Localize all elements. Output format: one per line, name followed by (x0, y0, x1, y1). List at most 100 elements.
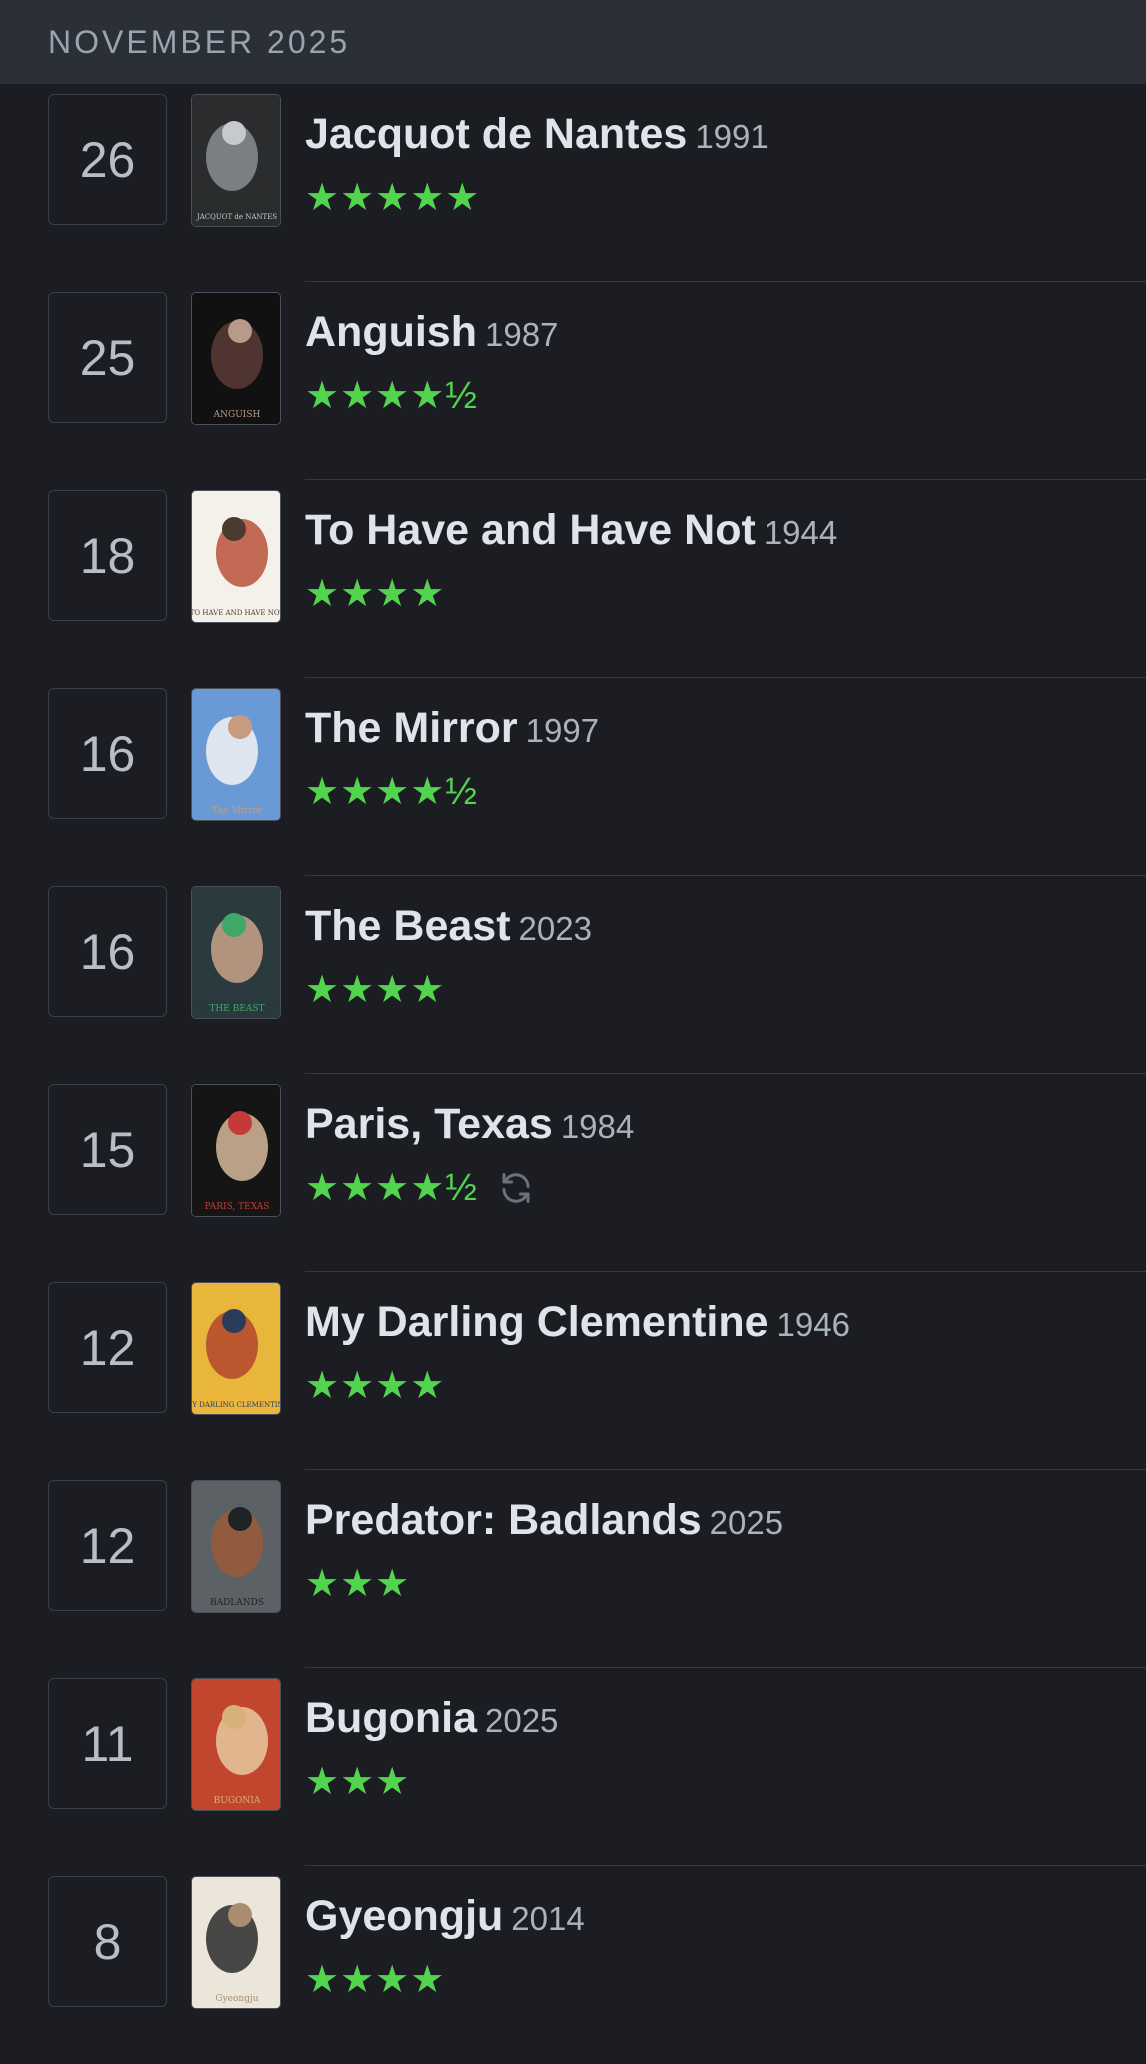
star-rating: ★★★★★ (305, 177, 481, 219)
day-number[interactable]: 26 (48, 94, 167, 225)
diary-entry[interactable]: 8 Gyeongju Gyeongju 2014 ★★★★ (0, 1866, 1146, 2064)
film-title[interactable]: Anguish (305, 308, 477, 356)
star-rating: ★★★★½ (305, 1167, 478, 1209)
svg-text:BADLANDS: BADLANDS (210, 1598, 264, 1608)
day-number[interactable]: 11 (48, 1678, 167, 1809)
month-title: NOVEMBER 2025 (48, 23, 351, 60)
star-rating: ★★★★ (305, 1365, 446, 1407)
diary-list: 26 JACQUOT de NANTES Jacquot de Nantes 19… (0, 84, 1146, 2064)
diary-entry[interactable]: 25 ANGUISH Anguish 1987 ★★★★½ (0, 282, 1146, 480)
film-title-line: Predator: Badlands 2025 (305, 1496, 783, 1545)
poster-art: ANGUISH (192, 293, 280, 424)
poster-art: JACQUOT de NANTES (192, 95, 280, 226)
film-title-line: My Darling Clementine 1946 (305, 1298, 850, 1347)
film-poster[interactable]: JACQUOT de NANTES (191, 94, 281, 227)
film-poster[interactable]: ANGUISH (191, 292, 281, 425)
poster-art: MY DARLING CLEMENTINE (192, 1283, 281, 1414)
diary-entry[interactable]: 26 JACQUOT de NANTES Jacquot de Nantes 19… (0, 84, 1146, 282)
star-rating: ★★★ (305, 1761, 411, 1803)
poster-art: Gyeongju (192, 1877, 280, 2008)
day-number[interactable]: 18 (48, 490, 167, 621)
film-year[interactable]: 1944 (764, 514, 837, 551)
svg-text:PARIS, TEXAS: PARIS, TEXAS (205, 1202, 270, 1212)
rating-line: ★★★★½ (305, 1169, 534, 1207)
film-poster[interactable]: BUGONIA (191, 1678, 281, 1811)
film-title[interactable]: The Beast (305, 902, 511, 950)
star-rating: ★★★★ (305, 1959, 446, 2001)
film-year[interactable]: 2025 (485, 1702, 558, 1739)
star-rating: ★★★★ (305, 969, 446, 1011)
diary-entry[interactable]: 12 BADLANDS Predator: Badlands 2025 ★★★ (0, 1470, 1146, 1668)
film-year[interactable]: 2014 (511, 1900, 584, 1937)
day-number[interactable]: 8 (48, 1876, 167, 2007)
poster-art: BUGONIA (192, 1679, 280, 1810)
film-title-line: Anguish 1987 (305, 308, 558, 357)
film-poster[interactable]: BADLANDS (191, 1480, 281, 1613)
film-poster[interactable]: TO HAVE AND HAVE NOT (191, 490, 281, 623)
film-year[interactable]: 2023 (519, 910, 592, 947)
film-title[interactable]: The Mirror (305, 704, 518, 752)
diary-entry[interactable]: 16 THE BEAST The Beast 2023 ★★★★ (0, 876, 1146, 1074)
film-title[interactable]: My Darling Clementine (305, 1298, 769, 1346)
film-title-line: Bugonia 2025 (305, 1694, 558, 1743)
diary-entry[interactable]: 15 PARIS, TEXAS Paris, Texas 1984 ★★★★½ (0, 1074, 1146, 1272)
star-rating: ★★★ (305, 1563, 411, 1605)
film-poster[interactable]: The Mirror (191, 688, 281, 821)
film-title[interactable]: Jacquot de Nantes (305, 110, 687, 158)
film-poster[interactable]: PARIS, TEXAS (191, 1084, 281, 1217)
film-title[interactable]: Bugonia (305, 1694, 477, 1742)
rating-line: ★★★★½ (305, 773, 478, 811)
svg-text:THE BEAST: THE BEAST (209, 1004, 264, 1014)
svg-text:BUGONIA: BUGONIA (214, 1796, 261, 1806)
rating-line: ★★★★½ (305, 377, 478, 415)
poster-art: TO HAVE AND HAVE NOT (192, 491, 280, 622)
day-number[interactable]: 12 (48, 1480, 167, 1611)
svg-text:MY DARLING CLEMENTINE: MY DARLING CLEMENTINE (192, 1401, 281, 1409)
poster-art: THE BEAST (192, 887, 280, 1018)
day-number[interactable]: 25 (48, 292, 167, 423)
rating-line: ★★★★ (305, 971, 445, 1009)
film-year[interactable]: 1991 (695, 118, 768, 155)
svg-text:JACQUOT de NANTES: JACQUOT de NANTES (196, 213, 277, 221)
film-title[interactable]: Gyeongju (305, 1892, 503, 1940)
poster-art: BADLANDS (192, 1481, 280, 1612)
film-title-line: Gyeongju 2014 (305, 1892, 585, 1941)
diary-entry[interactable]: 11 BUGONIA Bugonia 2025 ★★★ (0, 1668, 1146, 1866)
day-number[interactable]: 16 (48, 886, 167, 1017)
film-year[interactable]: 1997 (526, 712, 599, 749)
day-number[interactable]: 12 (48, 1282, 167, 1413)
diary-entry[interactable]: 12 MY DARLING CLEMENTINE My Darling Clem… (0, 1272, 1146, 1470)
day-number[interactable]: 16 (48, 688, 167, 819)
film-title-line: The Beast 2023 (305, 902, 592, 951)
film-poster[interactable]: Gyeongju (191, 1876, 281, 2009)
star-rating: ★★★★½ (305, 375, 478, 417)
day-number[interactable]: 15 (48, 1084, 167, 1215)
poster-art: PARIS, TEXAS (192, 1085, 280, 1216)
film-poster[interactable]: MY DARLING CLEMENTINE (191, 1282, 281, 1415)
rating-line: ★★★★ (305, 575, 445, 613)
film-year[interactable]: 1987 (485, 316, 558, 353)
film-title-line: Paris, Texas 1984 (305, 1100, 634, 1149)
film-year[interactable]: 1984 (561, 1108, 634, 1145)
rewatch-icon (498, 1170, 534, 1206)
film-title[interactable]: To Have and Have Not (305, 506, 756, 554)
film-year[interactable]: 1946 (777, 1306, 850, 1343)
star-rating: ★★★★½ (305, 771, 478, 813)
rating-line: ★★★★ (305, 1367, 445, 1405)
diary-entry[interactable]: 16 The Mirror The Mirror 1997 ★★★★½ (0, 678, 1146, 876)
diary-entry[interactable]: 18 TO HAVE AND HAVE NOT To Have and Have… (0, 480, 1146, 678)
rating-line: ★★★ (305, 1565, 410, 1603)
month-header: NOVEMBER 2025 (0, 0, 1146, 84)
film-title[interactable]: Predator: Badlands (305, 1496, 702, 1544)
rating-line: ★★★★★ (305, 179, 480, 217)
poster-art: The Mirror (192, 689, 280, 820)
film-title[interactable]: Paris, Texas (305, 1100, 553, 1148)
svg-text:ANGUISH: ANGUISH (213, 410, 261, 420)
film-title-line: To Have and Have Not 1944 (305, 506, 837, 555)
star-rating: ★★★★ (305, 573, 446, 615)
rating-line: ★★★ (305, 1763, 410, 1801)
film-year[interactable]: 2025 (710, 1504, 783, 1541)
film-title-line: Jacquot de Nantes 1991 (305, 110, 769, 159)
film-poster[interactable]: THE BEAST (191, 886, 281, 1019)
svg-text:The Mirror: The Mirror (212, 806, 263, 816)
